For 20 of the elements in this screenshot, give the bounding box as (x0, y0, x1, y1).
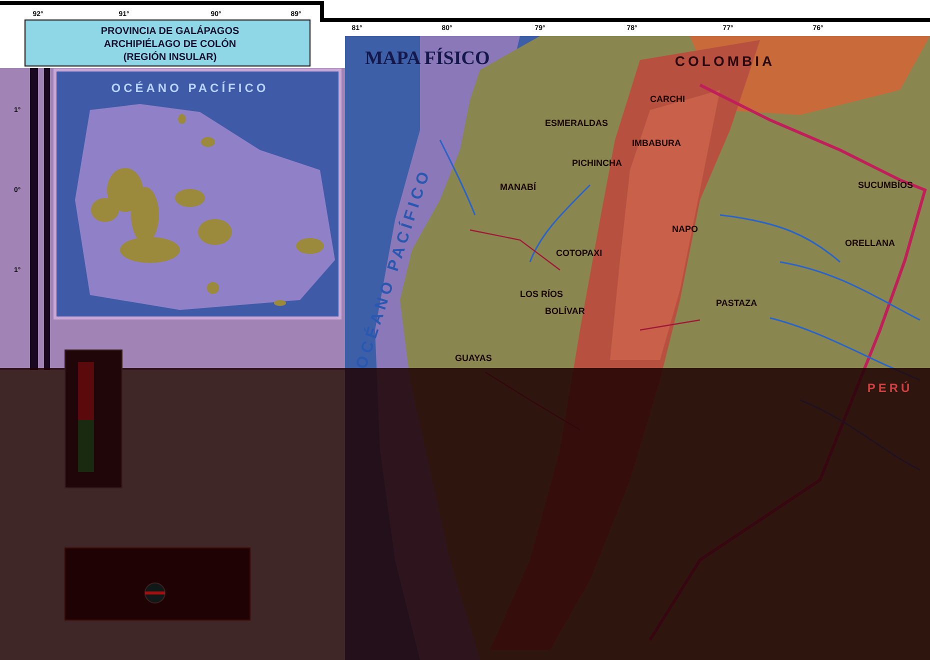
province-label: IMBABURA (632, 138, 681, 148)
province-label: PASTAZA (716, 298, 758, 308)
province-label: CARCHI (650, 94, 685, 104)
province-label: LOS RÍOS (520, 289, 564, 299)
country-label: PERÚ (867, 381, 913, 395)
inset-title: (REGIÓN INSULAR) (123, 52, 217, 63)
province-label: ORELLANA (845, 238, 895, 248)
province-label: GUAYAS (455, 353, 492, 363)
inset-title: ARCHIPIÉLAGO DE COLÓN (104, 39, 236, 50)
province-label: ESMERALDAS (545, 118, 608, 128)
province-label: PICHINCHA (572, 158, 622, 168)
inset-title: PROVINCIA DE GALÁPAGOS (100, 26, 240, 37)
province-label: NAPO (672, 224, 698, 234)
province-label: COTOPAXI (556, 248, 602, 258)
ocean-label: OCÉANO PACÍFICO (111, 81, 269, 95)
province-label: BOLÍVAR (545, 306, 585, 316)
country-label: COLOMBIA (674, 53, 776, 69)
map-title: MAPA FÍSICO (365, 48, 490, 69)
province-label: SUCUMBÍOS (858, 180, 914, 190)
province-label: MANABÍ (500, 182, 536, 192)
